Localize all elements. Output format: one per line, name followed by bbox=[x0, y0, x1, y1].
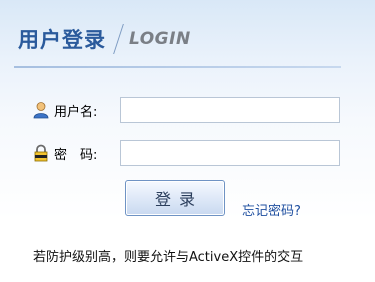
header-divider bbox=[14, 66, 341, 68]
username-input[interactable] bbox=[120, 97, 340, 123]
username-row: 用户名: bbox=[32, 97, 340, 123]
activex-notice: 若防护级别高，则要允许与ActiveX控件的交互 bbox=[33, 250, 304, 265]
username-label: 用户名: bbox=[54, 104, 98, 120]
password-row: 密 码: bbox=[32, 140, 340, 166]
lock-icon bbox=[32, 144, 50, 162]
page-subtitle: LOGIN bbox=[129, 29, 191, 49]
title-separator bbox=[113, 24, 124, 54]
forgot-password-link[interactable]: 忘记密码? bbox=[242, 200, 301, 219]
login-button[interactable]: 登录 bbox=[125, 180, 225, 216]
password-label: 密 码: bbox=[54, 147, 98, 163]
password-input[interactable] bbox=[120, 140, 340, 166]
login-header: 用户登录 LOGIN bbox=[18, 22, 191, 56]
page-title: 用户登录 bbox=[18, 28, 106, 52]
user-icon bbox=[32, 101, 50, 119]
